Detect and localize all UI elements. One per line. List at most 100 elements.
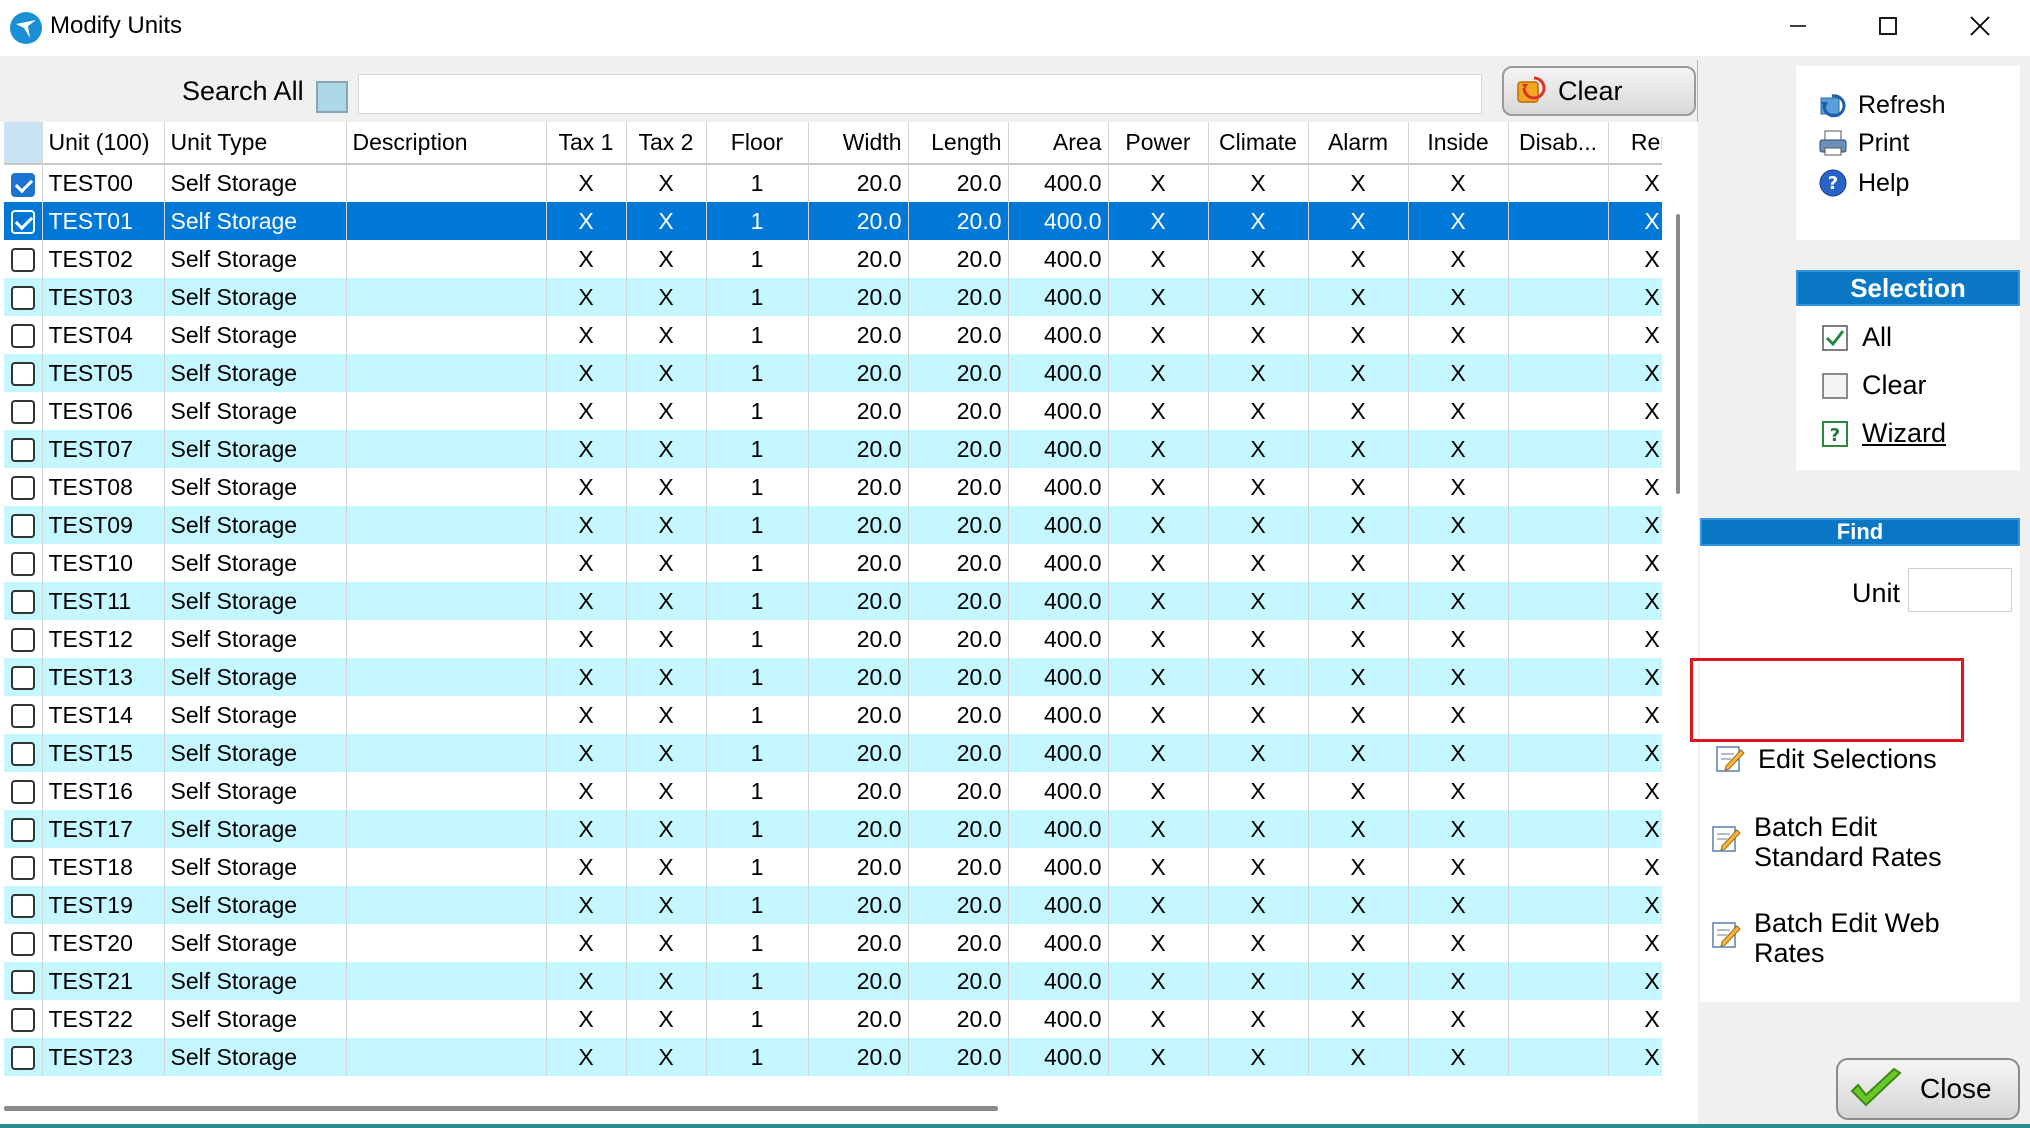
row-checkbox-cell[interactable] (4, 240, 43, 278)
row-checkbox[interactable] (10, 438, 35, 463)
select-wizard-option[interactable]: ? Wizard (1822, 418, 1946, 449)
row-checkbox[interactable] (10, 590, 35, 615)
print-button[interactable]: Print (1818, 128, 1909, 158)
table-row[interactable]: TEST18 Self Storage X X 1 20.0 20.0 400.0 X X X X X (4, 848, 1662, 886)
table-row[interactable]: TEST15 Self Storage X X 1 20.0 20.0 400.0 X X X X X (4, 734, 1662, 772)
row-checkbox[interactable] (10, 932, 35, 957)
clear-search-button[interactable]: Clear (1502, 66, 1696, 116)
row-checkbox-cell[interactable] (4, 848, 43, 886)
close-window-button[interactable] (1934, 0, 2026, 52)
select-clear-option[interactable]: Clear (1822, 370, 1927, 401)
column-header[interactable]: Description (346, 122, 547, 165)
row-checkbox[interactable] (10, 742, 35, 767)
row-checkbox-cell[interactable] (4, 582, 43, 620)
row-checkbox-cell[interactable] (4, 658, 43, 696)
horizontal-scrollbar[interactable] (4, 1106, 998, 1111)
row-checkbox[interactable] (10, 362, 35, 387)
select-all-header[interactable] (4, 122, 43, 165)
column-header[interactable]: Area (1008, 122, 1109, 165)
table-row[interactable]: TEST12 Self Storage X X 1 20.0 20.0 400.0 X X X X X (4, 620, 1662, 658)
row-checkbox-cell[interactable] (4, 354, 43, 392)
row-checkbox[interactable] (10, 514, 35, 539)
row-checkbox-cell[interactable] (4, 886, 43, 924)
row-checkbox[interactable] (10, 476, 35, 501)
row-checkbox[interactable] (10, 666, 35, 691)
table-row[interactable]: TEST01 Self Storage X X 1 20.0 20.0 400.0 X X X X X (4, 202, 1662, 240)
row-checkbox-cell[interactable] (4, 430, 43, 468)
table-row[interactable]: TEST17 Self Storage X X 1 20.0 20.0 400.0 X X X X X (4, 810, 1662, 848)
table-row[interactable]: TEST05 Self Storage X X 1 20.0 20.0 400.0 X X X X X (4, 354, 1662, 392)
table-row[interactable]: TEST19 Self Storage X X 1 20.0 20.0 400.0 X X X X X (4, 886, 1662, 924)
table-row[interactable]: TEST21 Self Storage X X 1 20.0 20.0 400.0 X X X X X (4, 962, 1662, 1000)
close-button[interactable]: Close (1836, 1058, 2020, 1120)
column-header[interactable]: Floor (706, 122, 809, 165)
row-checkbox-cell[interactable] (4, 810, 43, 848)
row-checkbox-cell[interactable] (4, 1038, 43, 1076)
row-checkbox[interactable] (10, 1046, 35, 1071)
row-checkbox[interactable] (10, 286, 35, 311)
row-checkbox-cell[interactable] (4, 202, 43, 240)
row-checkbox-cell[interactable] (4, 1000, 43, 1038)
table-row[interactable]: TEST23 Self Storage X X 1 20.0 20.0 400.0 X X X X X (4, 1038, 1662, 1076)
row-checkbox[interactable] (10, 628, 35, 653)
select-all-option[interactable]: All (1822, 322, 1892, 353)
row-checkbox[interactable] (10, 970, 35, 995)
row-checkbox[interactable] (10, 172, 35, 197)
table-row[interactable]: TEST03 Self Storage X X 1 20.0 20.0 400.0 X X X X X (4, 278, 1662, 316)
search-input[interactable] (358, 74, 1482, 114)
row-checkbox-cell[interactable] (4, 772, 43, 810)
row-checkbox-cell[interactable] (4, 924, 43, 962)
table-row[interactable]: TEST10 Self Storage X X 1 20.0 20.0 400.0 X X X X X (4, 544, 1662, 582)
vertical-scrollbar[interactable] (1676, 214, 1680, 494)
row-checkbox[interactable] (10, 704, 35, 729)
table-row[interactable]: TEST22 Self Storage X X 1 20.0 20.0 400.0 X X X X X (4, 1000, 1662, 1038)
edit-selections-button[interactable]: Edit Selections (1714, 742, 1937, 774)
column-header[interactable]: Power (1108, 122, 1209, 165)
row-checkbox[interactable] (10, 324, 35, 349)
column-header[interactable]: Ren (1608, 122, 1662, 165)
row-checkbox[interactable] (10, 1008, 35, 1033)
row-checkbox-cell[interactable] (4, 962, 43, 1000)
column-header[interactable]: Climate (1208, 122, 1309, 165)
column-header[interactable]: Tax 2 (626, 122, 707, 165)
table-row[interactable]: TEST02 Self Storage X X 1 20.0 20.0 400.0 X X X X X (4, 240, 1662, 278)
row-checkbox[interactable] (10, 552, 35, 577)
batch-edit-web-rates-button[interactable]: Batch Edit Web Rates (1710, 908, 1940, 968)
column-header[interactable]: Length (908, 122, 1009, 165)
column-header[interactable]: Inside (1408, 122, 1509, 165)
row-checkbox-cell[interactable] (4, 164, 43, 202)
row-checkbox-cell[interactable] (4, 506, 43, 544)
table-row[interactable]: TEST07 Self Storage X X 1 20.0 20.0 400.0 X X X X X (4, 430, 1662, 468)
table-row[interactable]: TEST14 Self Storage X X 1 20.0 20.0 400.0 X X X X X (4, 696, 1662, 734)
row-checkbox-cell[interactable] (4, 696, 43, 734)
row-checkbox-cell[interactable] (4, 544, 43, 582)
row-checkbox-cell[interactable] (4, 468, 43, 506)
refresh-button[interactable]: Refresh (1818, 90, 1946, 120)
table-row[interactable]: TEST20 Self Storage X X 1 20.0 20.0 400.0 X X X X X (4, 924, 1662, 962)
find-unit-input[interactable] (1908, 568, 2012, 612)
row-checkbox[interactable] (10, 856, 35, 881)
row-checkbox-cell[interactable] (4, 620, 43, 658)
column-header[interactable]: Alarm (1308, 122, 1409, 165)
table-row[interactable]: TEST00 Self Storage X X 1 20.0 20.0 400.0 X X X X X (4, 164, 1662, 202)
row-checkbox[interactable] (10, 400, 35, 425)
row-checkbox[interactable] (10, 818, 35, 843)
row-checkbox[interactable] (10, 894, 35, 919)
table-row[interactable]: TEST04 Self Storage X X 1 20.0 20.0 400.0 X X X X X (4, 316, 1662, 354)
maximize-button[interactable] (1842, 0, 1934, 52)
row-checkbox-cell[interactable] (4, 316, 43, 354)
column-header[interactable]: Unit (100) (42, 122, 165, 165)
table-row[interactable]: TEST13 Self Storage X X 1 20.0 20.0 400.0 X X X X X (4, 658, 1662, 696)
row-checkbox[interactable] (10, 248, 35, 273)
column-header[interactable]: Unit Type (164, 122, 347, 165)
row-checkbox[interactable] (10, 210, 35, 235)
row-checkbox-cell[interactable] (4, 392, 43, 430)
row-checkbox-cell[interactable] (4, 278, 43, 316)
table-row[interactable]: TEST09 Self Storage X X 1 20.0 20.0 400.0 X X X X X (4, 506, 1662, 544)
table-row[interactable]: TEST06 Self Storage X X 1 20.0 20.0 400.0 X X X X X (4, 392, 1662, 430)
column-header[interactable]: Disab... (1508, 122, 1609, 165)
batch-edit-standard-rates-button[interactable]: Batch Edit Standard Rates (1710, 812, 1942, 872)
row-checkbox[interactable] (10, 780, 35, 805)
table-row[interactable]: TEST08 Self Storage X X 1 20.0 20.0 400.0 X X X X X (4, 468, 1662, 506)
column-header[interactable]: Tax 1 (546, 122, 627, 165)
